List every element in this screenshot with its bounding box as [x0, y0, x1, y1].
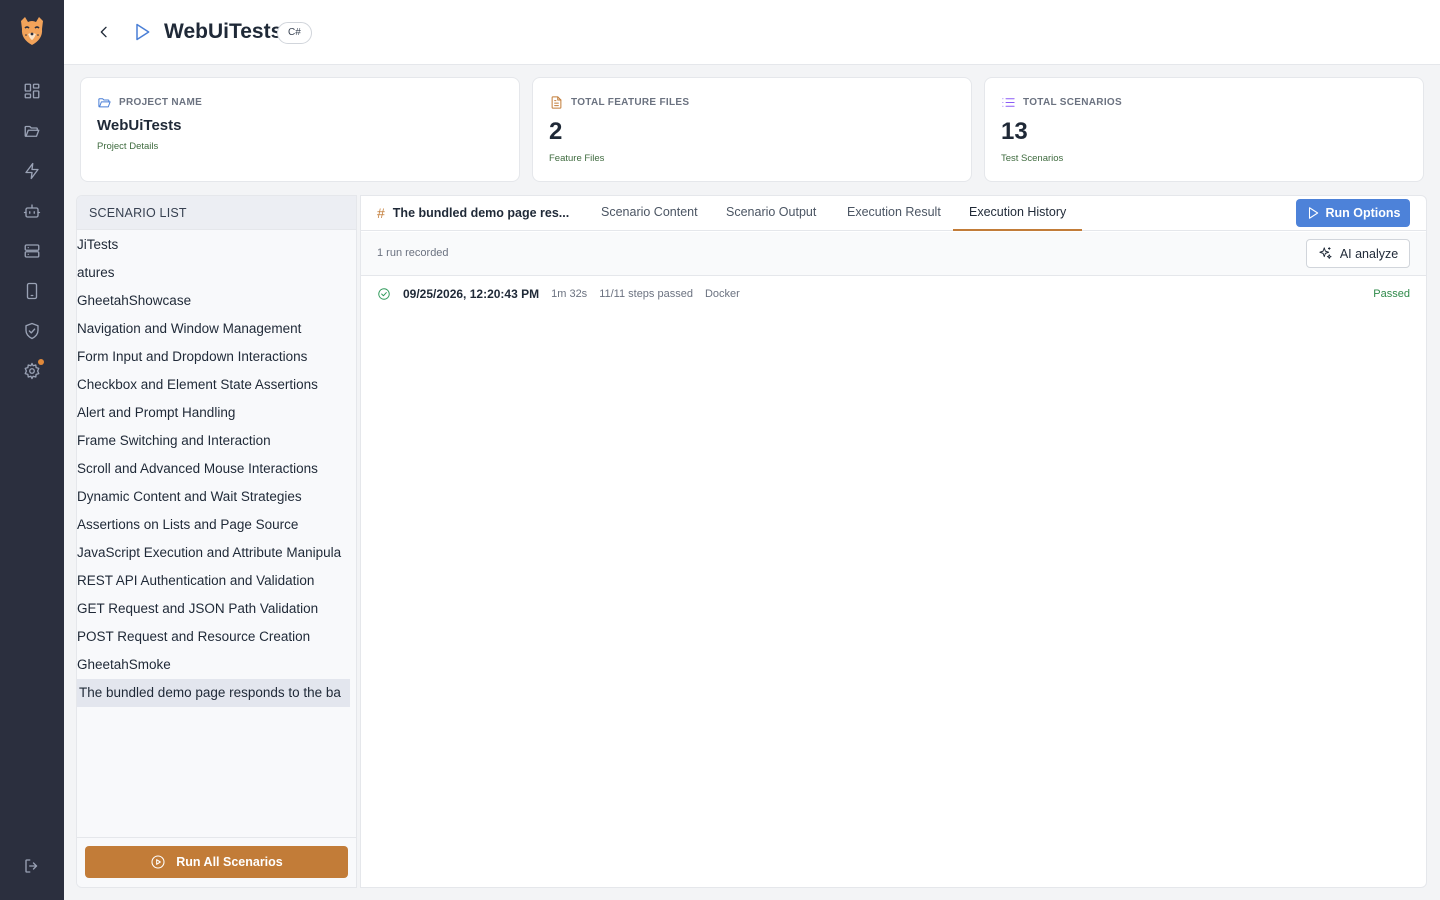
server-icon[interactable] [22, 241, 42, 261]
play-icon [132, 22, 154, 44]
list-icon [1001, 95, 1017, 111]
sparkles-icon [1319, 247, 1332, 259]
run-options-button[interactable]: Run Options [1296, 199, 1410, 227]
run-date: 09/25/2026, 12:20:43 PM [403, 287, 540, 301]
ai-analyze-label: AI analyze [1339, 246, 1399, 261]
folder-open-icon [97, 95, 113, 111]
run-count: 1 run recorded [377, 247, 449, 259]
play-icon [1308, 207, 1318, 219]
page-title: WebUiTests [164, 20, 283, 43]
list-item[interactable]: Form Input and Dropdown Interactions [77, 343, 350, 371]
play-circle-icon [151, 855, 165, 869]
scenario-list-footer: Run All Scenarios [77, 837, 356, 887]
card-value: 2 [549, 118, 563, 145]
list-item[interactable]: JavaScript Execution and Attribute Manip… [77, 539, 350, 567]
list-item-selected[interactable]: The bundled demo page responds to the ba [77, 679, 350, 707]
list-item[interactable]: Checkbox and Element State Assertions [77, 371, 350, 399]
card-value: WebUiTests [97, 117, 182, 134]
language-badge: C# [277, 22, 312, 44]
shield-icon[interactable] [22, 321, 42, 341]
card-label: TOTAL FEATURE FILES [571, 97, 690, 108]
folder-icon[interactable] [22, 121, 42, 141]
run-environment: Docker [704, 288, 740, 300]
card-label: TOTAL SCENARIOS [1023, 97, 1122, 108]
scenario-detail-panel: # The bundled demo page res... Scenario … [360, 195, 1427, 888]
sidebar [0, 0, 64, 900]
tab-execution-history[interactable]: Execution History [953, 196, 1083, 231]
card-subtitle: Test Scenarios [1001, 153, 1064, 164]
run-all-label: Run All Scenarios [176, 855, 283, 869]
feature-files-card: TOTAL FEATURE FILES 2 Feature Files [532, 77, 972, 182]
check-circle-icon [377, 287, 391, 301]
run-all-scenarios-button[interactable]: Run All Scenarios [85, 846, 348, 878]
list-item[interactable]: GheetahShowcase [77, 287, 350, 315]
cheetah-logo-icon[interactable] [16, 15, 48, 47]
notification-dot [38, 359, 44, 365]
list-item[interactable]: Scroll and Advanced Mouse Interactions [77, 455, 350, 483]
scenario-title: # The bundled demo page res... [377, 196, 569, 231]
lightning-icon[interactable] [22, 161, 42, 181]
mobile-icon[interactable] [22, 281, 42, 301]
project-details-link[interactable]: Project Details [97, 141, 158, 152]
scenario-list-panel: SCENARIO LIST JiTests atures GheetahShow… [76, 195, 357, 888]
list-item[interactable]: GET Request and JSON Path Validation [77, 595, 350, 623]
list-item[interactable]: Assertions on Lists and Page Source [77, 511, 350, 539]
list-item[interactable]: REST API Authentication and Validation [77, 567, 350, 595]
back-button[interactable] [94, 22, 114, 42]
card-label: PROJECT NAME [119, 97, 203, 108]
tab-scenario-output[interactable]: Scenario Output [710, 196, 832, 231]
scenarios-card: TOTAL SCENARIOS 13 Test Scenarios [984, 77, 1424, 182]
list-item[interactable]: Alert and Prompt Handling [77, 399, 350, 427]
scenario-list-header: SCENARIO LIST [77, 196, 356, 230]
tab-bar: # The bundled demo page res... Scenario … [361, 196, 1426, 231]
robot-icon[interactable] [22, 201, 42, 221]
tab-execution-result[interactable]: Execution Result [831, 196, 957, 231]
project-name-card: PROJECT NAME WebUiTests Project Details [80, 77, 520, 182]
run-status: Passed [1373, 288, 1410, 300]
scenario-title-text: The bundled demo page res... [392, 206, 570, 220]
list-item[interactable]: atures [77, 259, 350, 287]
file-text-icon [549, 95, 565, 111]
list-item[interactable]: Navigation and Window Management [77, 315, 350, 343]
hash-icon: # [377, 205, 385, 221]
history-row[interactable]: 09/25/2026, 12:20:43 PM 1m 32s 11/11 ste… [361, 277, 1426, 311]
ai-analyze-button[interactable]: AI analyze [1306, 239, 1410, 268]
card-value: 13 [1001, 118, 1028, 145]
tab-scenario-content[interactable]: Scenario Content [585, 196, 714, 231]
chevron-left-icon [100, 26, 107, 38]
list-item[interactable]: Frame Switching and Interaction [77, 427, 350, 455]
list-item[interactable]: GheetahSmoke [77, 651, 350, 679]
list-item[interactable]: POST Request and Resource Creation [77, 623, 350, 651]
list-item[interactable]: JiTests [77, 231, 350, 259]
logout-icon[interactable] [22, 856, 42, 876]
history-toolbar: 1 run recorded AI analyze [361, 232, 1426, 276]
scenario-list: JiTests atures GheetahShowcase Navigatio… [77, 231, 350, 707]
list-item[interactable]: Dynamic Content and Wait Strategies [77, 483, 350, 511]
page-header: WebUiTests C# [64, 0, 1440, 65]
run-duration: 1m 32s [551, 288, 588, 300]
dashboard-icon[interactable] [22, 81, 42, 101]
run-options-label: Run Options [1325, 206, 1401, 220]
settings-icon[interactable] [22, 359, 44, 381]
card-subtitle: Feature Files [549, 153, 605, 164]
run-steps: 11/11 steps passed [599, 288, 693, 300]
